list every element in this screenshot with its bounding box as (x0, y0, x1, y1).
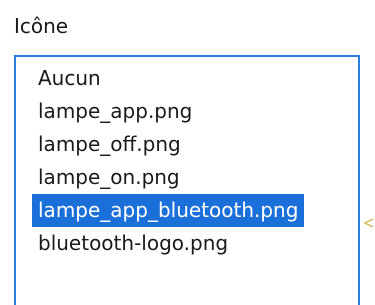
icon-option-bluetooth-logo[interactable]: bluetooth-logo.png (16, 227, 228, 260)
icon-option-lampe-off[interactable]: lampe_off.png (16, 128, 181, 161)
icon-option-none[interactable]: Aucun (16, 62, 101, 95)
arrow-left-icon (363, 218, 373, 228)
icon-option-lampe-app-bluetooth[interactable]: lampe_app_bluetooth.png (32, 194, 305, 227)
icon-listbox[interactable]: Aucun lampe_app.png lampe_off.png lampe_… (14, 55, 360, 305)
icon-option-lampe-on[interactable]: lampe_on.png (16, 161, 180, 194)
icon-option-lampe-app[interactable]: lampe_app.png (16, 95, 192, 128)
icon-field-label: Icône (14, 14, 69, 38)
